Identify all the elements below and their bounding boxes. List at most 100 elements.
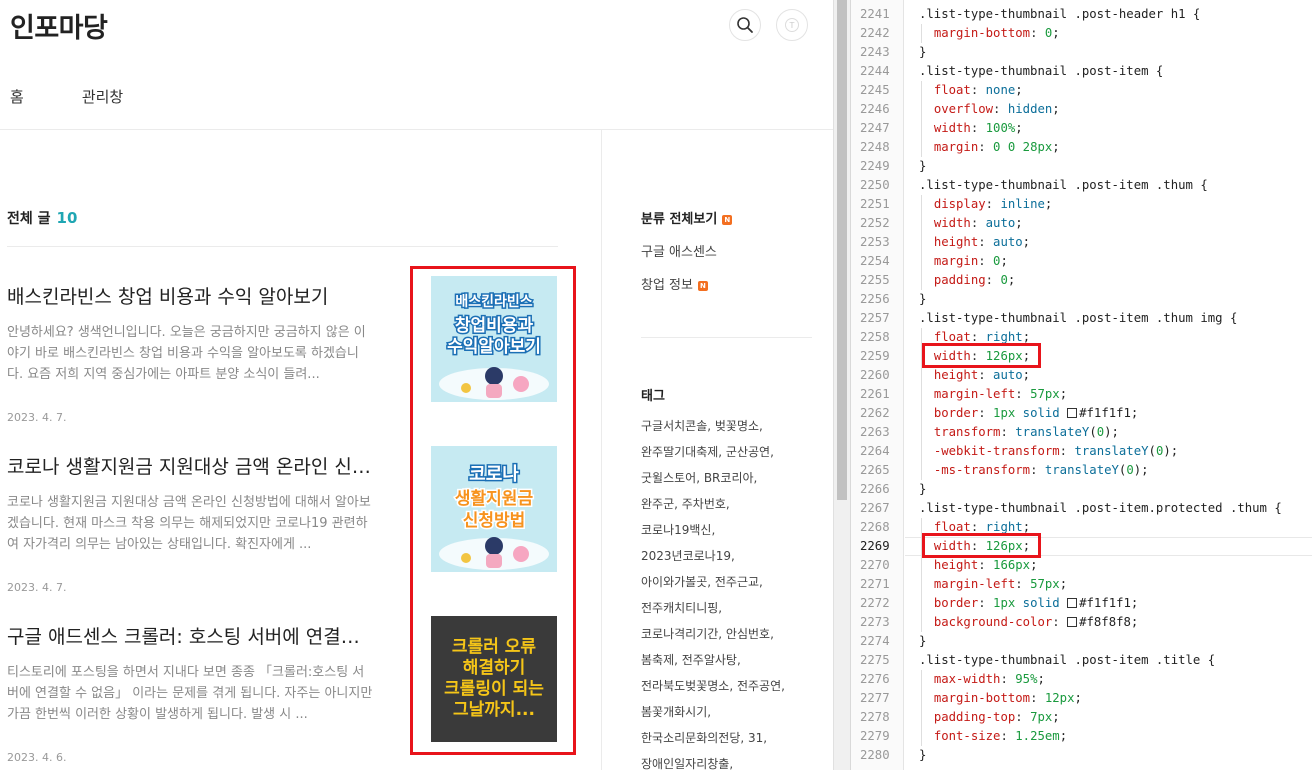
- code-line[interactable]: 2270 height: 166px;: [851, 556, 1312, 575]
- code-text: font-size: 1.25em;: [933, 729, 1068, 743]
- code-line[interactable]: 2265 -ms-transform: translateY(0);: [851, 461, 1312, 480]
- post-summary: 안녕하세요? 생색언니입니다. 오늘은 궁금하지만 궁금하지 않은 이야기 바로…: [7, 325, 366, 382]
- css-code-editor[interactable]: 2241 .list-type-thumbnail .post-header h1…: [850, 0, 1312, 770]
- post-item[interactable]: 배스킨라빈스 창업 비용과 수익 알아보기 안녕하세요? 생색언니입니다. 오늘…: [7, 284, 373, 424]
- line-number: 2263: [860, 425, 890, 439]
- tag-link[interactable]: 전주캐치티니핑,: [641, 595, 821, 621]
- line-number: 2276: [860, 672, 890, 686]
- code-line[interactable]: 2256}: [851, 290, 1312, 309]
- profile-button[interactable]: T: [776, 9, 808, 41]
- post-title[interactable]: 배스킨라빈스 창업 비용과 수익 알아보기: [7, 284, 373, 310]
- code-line[interactable]: 2267 .list-type-thumbnail .post-item.prot…: [851, 499, 1312, 518]
- code-line[interactable]: 2241 .list-type-thumbnail .post-header h1…: [851, 5, 1312, 24]
- code-line[interactable]: 2263 transform: translateY(0);: [851, 423, 1312, 442]
- code-line[interactable]: 2268 float: right;: [851, 518, 1312, 537]
- tag-link[interactable]: 구글서치콘솔, 벚꽃명소,: [641, 413, 821, 439]
- code-text: .list-type-thumbnail .post-item.protecte…: [919, 501, 1282, 515]
- code-text: margin-bottom: 0;: [933, 26, 1060, 40]
- code-line[interactable]: 2245 float: none;: [851, 81, 1312, 100]
- post-summary: 티스토리에 포스팅을 하면서 지내다 보면 종종 「크롤러:호스팅 서버에 연결…: [7, 665, 373, 722]
- nav-home[interactable]: 홈: [10, 86, 24, 107]
- tag-link[interactable]: 아이와가볼곳, 전주근교,: [641, 569, 821, 595]
- code-line[interactable]: 2266}: [851, 480, 1312, 499]
- tag-link[interactable]: 봄꽃개화시기,: [641, 699, 821, 725]
- code-line[interactable]: 2269 width: 126px;: [851, 537, 1312, 556]
- line-number: 2258: [860, 330, 890, 344]
- tag-link[interactable]: 2023년코로나19,: [641, 543, 821, 569]
- line-number: 2243: [860, 45, 890, 59]
- code-line[interactable]: 2274}: [851, 632, 1312, 651]
- tag-link[interactable]: 코로나격리기간, 안심번호,: [641, 621, 821, 647]
- search-button[interactable]: [729, 9, 761, 41]
- category-item[interactable]: 창업 정보 N: [641, 274, 708, 293]
- code-text: padding: 0;: [933, 273, 1016, 287]
- code-line[interactable]: 2251 display: inline;: [851, 195, 1312, 214]
- tag-link[interactable]: 봄축제, 전주알사탕,: [641, 647, 821, 673]
- tag-link[interactable]: 전라북도벚꽃명소, 전주공연,: [641, 673, 821, 699]
- code-line[interactable]: 2257 .list-type-thumbnail .post-item .thu…: [851, 309, 1312, 328]
- code-line[interactable]: 2247 width: 100%;: [851, 119, 1312, 138]
- code-line[interactable]: 2244 .list-type-thumbnail .post-item {: [851, 62, 1312, 81]
- code-line[interactable]: 2260 height: auto;: [851, 366, 1312, 385]
- code-line[interactable]: 2253 height: auto;: [851, 233, 1312, 252]
- code-line[interactable]: 2261 margin-left: 57px;: [851, 385, 1312, 404]
- post-item[interactable]: 코로나 생활지원금 지원대상 금액 온라인 신청방법 코로나 생활지원금 지원대…: [7, 454, 373, 594]
- code-line[interactable]: 2262 border: 1px solid #f1f1f1;: [851, 404, 1312, 423]
- code-line[interactable]: 2276 max-width: 95%;: [851, 670, 1312, 689]
- tag-link[interactable]: 코로나19백신,: [641, 517, 821, 543]
- scrollbar-thumb[interactable]: [837, 0, 847, 500]
- tag-link[interactable]: 완주군, 주차번호,: [641, 491, 821, 517]
- preview-scrollbar[interactable]: [833, 0, 850, 770]
- code-line[interactable]: 2279 font-size: 1.25em;: [851, 727, 1312, 746]
- code-line[interactable]: 2264 -webkit-transform: translateY(0);: [851, 442, 1312, 461]
- code-line[interactable]: 2255 padding: 0;: [851, 271, 1312, 290]
- code-line[interactable]: 2273 background-color: #f8f8f8;: [851, 613, 1312, 632]
- line-number: 2270: [860, 558, 890, 572]
- code-line[interactable]: 2246 overflow: hidden;: [851, 100, 1312, 119]
- code-line[interactable]: 2280}: [851, 746, 1312, 765]
- tags-heading: 태그: [641, 389, 665, 404]
- post-title[interactable]: 구글 애드센스 크롤러: 호스팅 서버에 연결할 수 없음: [7, 624, 373, 650]
- code-line[interactable]: 2242 margin-bottom: 0;: [851, 24, 1312, 43]
- code-text: -ms-transform: translateY(0);: [933, 463, 1149, 477]
- code-line[interactable]: 2275 .list-type-thumbnail .post-item .tit…: [851, 651, 1312, 670]
- code-line[interactable]: 2272 border: 1px solid #f1f1f1;: [851, 594, 1312, 613]
- nav-admin[interactable]: 관리창: [82, 86, 123, 107]
- header-divider: [0, 129, 833, 130]
- site-title[interactable]: 인포마당: [10, 6, 108, 45]
- code-text: }: [919, 482, 927, 496]
- code-text: .list-type-thumbnail .post-item .thum {: [919, 178, 1208, 192]
- code-text: background-color: #f8f8f8;: [933, 615, 1139, 629]
- line-number: 2256: [860, 292, 890, 306]
- tag-link[interactable]: 굿윌스토어, BR코리아,: [641, 465, 821, 491]
- line-number: 2269: [860, 539, 890, 553]
- code-text: -webkit-transform: translateY(0);: [933, 444, 1179, 458]
- code-text: }: [919, 634, 927, 648]
- line-number: 2262: [860, 406, 890, 420]
- code-line[interactable]: 2277 margin-bottom: 12px;: [851, 689, 1312, 708]
- code-line[interactable]: 2250 .list-type-thumbnail .post-item .thu…: [851, 176, 1312, 195]
- sidebar-divider-line: [641, 337, 812, 338]
- code-line[interactable]: 2252 width: auto;: [851, 214, 1312, 233]
- code-line[interactable]: 2248 margin: 0 0 28px;: [851, 138, 1312, 157]
- code-line[interactable]: 2278 padding-top: 7px;: [851, 708, 1312, 727]
- line-number: 2280: [860, 748, 890, 762]
- line-number: 2266: [860, 482, 890, 496]
- post-date: 2023. 4. 7.: [7, 581, 67, 594]
- code-line[interactable]: 2254 margin: 0;: [851, 252, 1312, 271]
- tag-link[interactable]: 장애인일자리창출,: [641, 751, 821, 770]
- code-line[interactable]: 2271 margin-left: 57px;: [851, 575, 1312, 594]
- category-all-link[interactable]: 분류 전체보기 N: [641, 208, 733, 227]
- post-title[interactable]: 코로나 생활지원금 지원대상 금액 온라인 신청방법: [7, 454, 373, 480]
- post-summary: 코로나 생활지원금 지원대상 금액 온라인 신청방법에 대해서 알아보겠습니다.…: [7, 495, 371, 552]
- code-line[interactable]: 2249}: [851, 157, 1312, 176]
- code-line[interactable]: 2258 float: right;: [851, 328, 1312, 347]
- code-line[interactable]: 2243}: [851, 43, 1312, 62]
- tag-link[interactable]: 완주딸기대축제, 군산공연,: [641, 439, 821, 465]
- category-item[interactable]: 구글 애스센스: [641, 241, 717, 260]
- line-number: 2253: [860, 235, 890, 249]
- line-number: 2247: [860, 121, 890, 135]
- post-item[interactable]: 구글 애드센스 크롤러: 호스팅 서버에 연결할 수 없음 티스토리에 포스팅을…: [7, 624, 373, 764]
- tag-link[interactable]: 한국소리문화의전당, 31,: [641, 725, 821, 751]
- code-line[interactable]: 2259 width: 126px;: [851, 347, 1312, 366]
